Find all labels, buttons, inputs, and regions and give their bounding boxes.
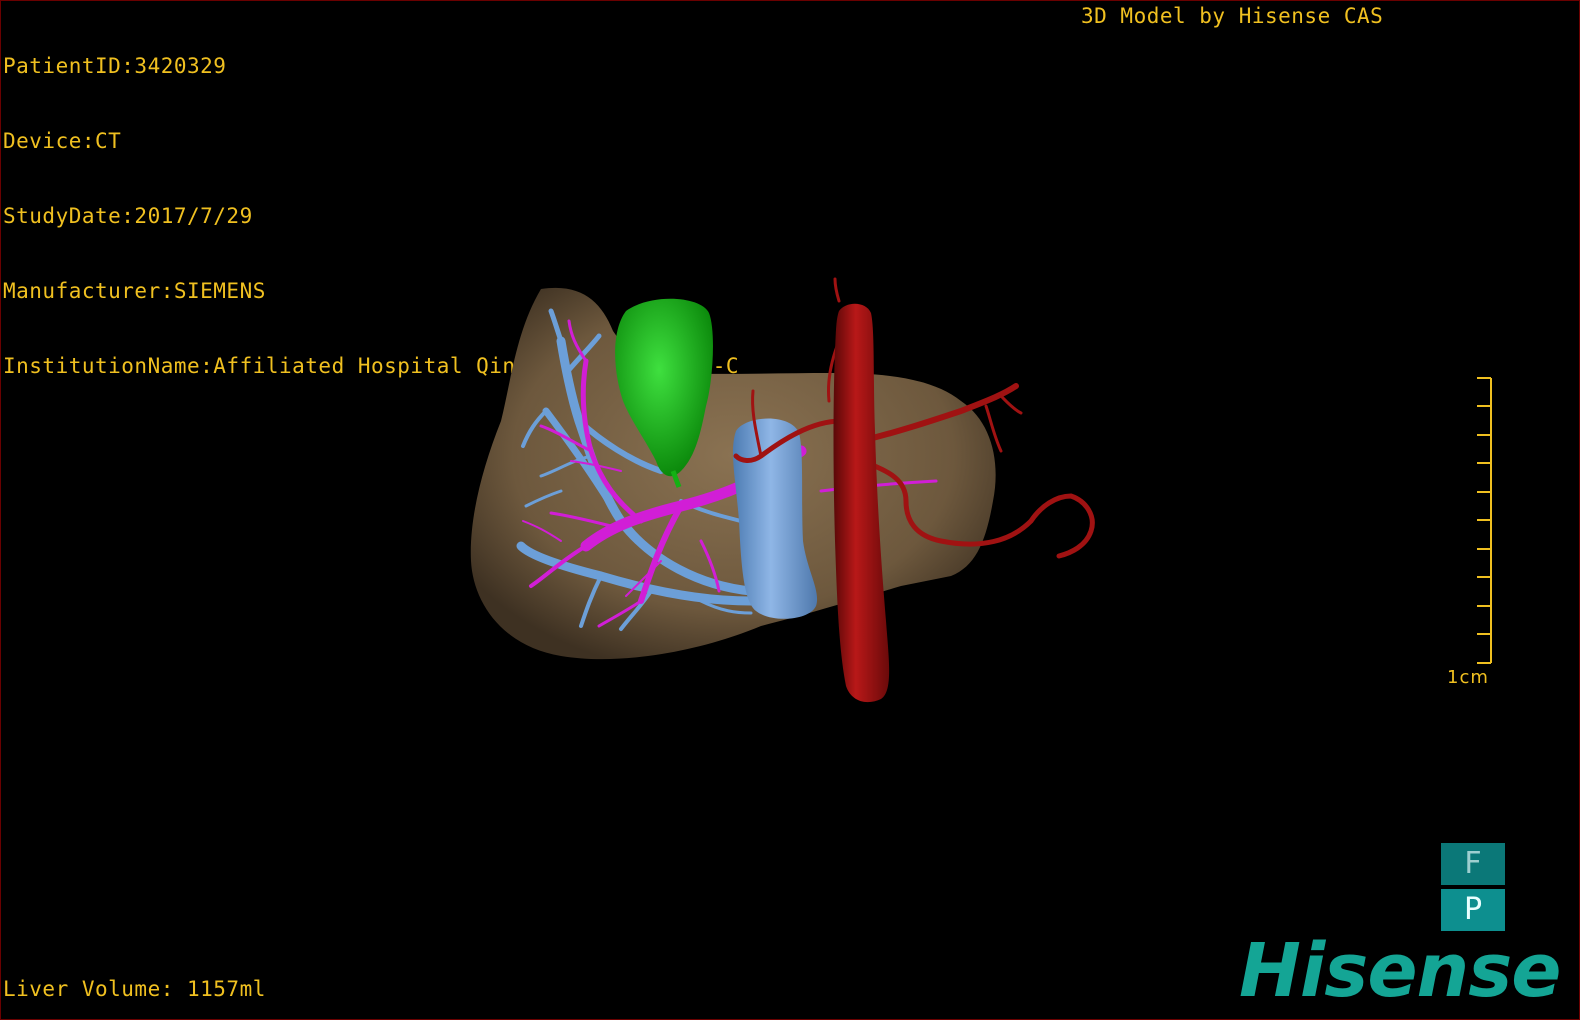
orientation-cube[interactable]: F P [1441, 843, 1505, 931]
3d-viewport[interactable]: PatientID:3420329 Device:CT StudyDate:20… [0, 0, 1580, 1020]
hisense-logo: Hisense [1239, 928, 1561, 1014]
liver-volume-text: Liver Volume: 1157ml [3, 977, 266, 1001]
liver-3d-model[interactable] [1, 1, 1579, 1019]
scale-bar [1477, 377, 1492, 664]
orientation-face-top: F [1441, 843, 1505, 885]
orientation-face-front: P [1441, 889, 1505, 931]
scale-label: 1cm [1447, 667, 1489, 688]
